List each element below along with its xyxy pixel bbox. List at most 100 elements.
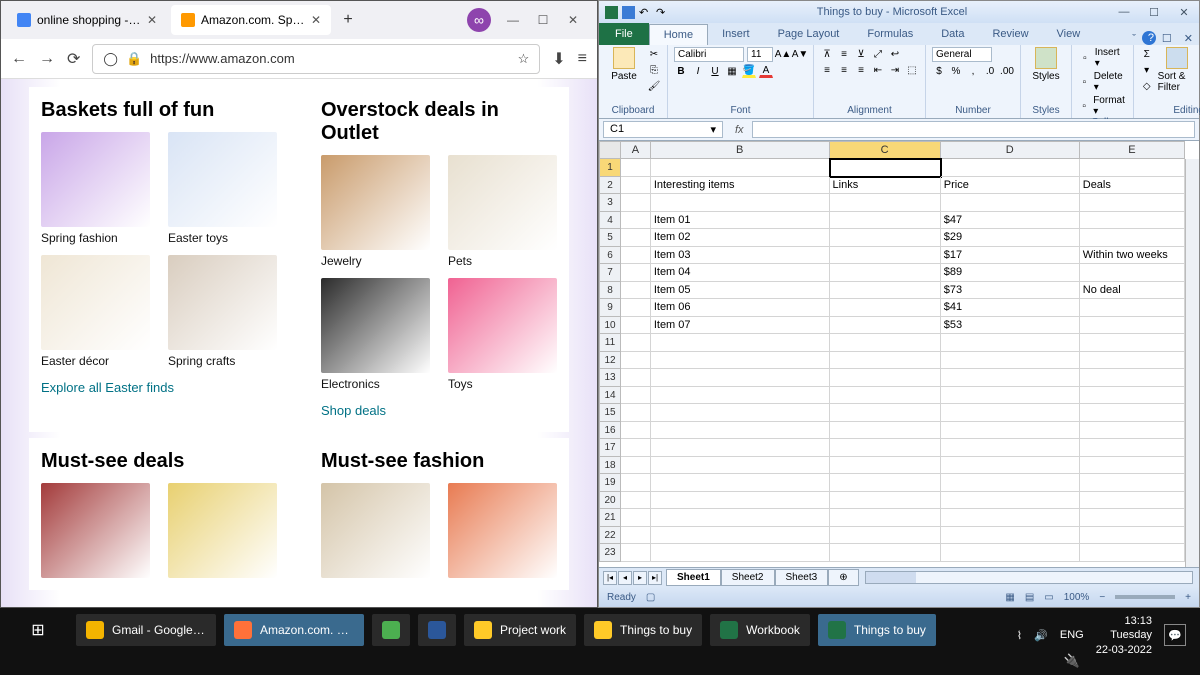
zoom-level[interactable]: 100% [1064,592,1090,603]
cell[interactable]: $17 [941,247,1080,265]
view-pagebreak-icon[interactable]: ▭ [1044,592,1053,603]
cut-icon[interactable]: ✂ [647,47,661,61]
insert-icon[interactable]: ▫ [1078,51,1092,65]
row-header[interactable]: 17 [599,439,621,457]
cell[interactable] [1080,457,1185,475]
cell[interactable] [621,369,651,387]
cell[interactable] [941,544,1080,562]
cell[interactable] [621,474,651,492]
cell[interactable]: Item 05 [651,282,830,300]
cell[interactable] [830,229,941,247]
cell[interactable] [1080,439,1185,457]
cell[interactable]: Within two weeks [1080,247,1185,265]
name-box[interactable]: C1▾ [603,121,723,138]
cell[interactable]: $73 [941,282,1080,300]
cell[interactable] [830,159,941,177]
row-header[interactable]: 21 [599,509,621,527]
new-sheet-button[interactable]: ⊕ [828,569,858,586]
align-top-icon[interactable]: ⊼ [820,47,834,61]
align-left-icon[interactable]: ≡ [820,63,834,77]
cell[interactable] [621,299,651,317]
decrease-decimal-icon[interactable]: .00 [1000,64,1014,78]
cell[interactable] [651,474,830,492]
decrease-indent-icon[interactable]: ⇤ [871,63,885,77]
delete-icon[interactable]: ▫ [1078,75,1091,89]
cell[interactable]: Links [830,177,941,195]
styles-button[interactable]: Styles [1027,47,1065,82]
cell[interactable] [941,457,1080,475]
cell[interactable]: Item 02 [651,229,830,247]
row-header[interactable]: 20 [599,492,621,510]
view-normal-icon[interactable]: ▦ [1005,592,1014,603]
cell[interactable] [621,317,651,335]
sheet-nav[interactable]: |◂◂▸▸| [599,571,666,585]
back-button[interactable]: ← [11,50,27,68]
cell[interactable] [830,509,941,527]
product-tile[interactable] [321,483,430,578]
zoom-out-icon[interactable]: − [1099,592,1105,603]
italic-icon[interactable]: I [691,64,705,78]
row-header[interactable]: 18 [599,457,621,475]
row-header[interactable]: 2 [599,177,621,195]
cell[interactable] [621,334,651,352]
cell[interactable] [830,299,941,317]
formula-bar[interactable] [752,121,1195,138]
sort-filter-button[interactable]: Sort & Filter [1158,47,1196,93]
cell[interactable] [621,404,651,422]
file-tab[interactable]: File [599,23,649,45]
select-all-corner[interactable] [599,141,621,159]
cell[interactable] [830,352,941,370]
cell[interactable]: Item 06 [651,299,830,317]
cell[interactable]: Item 03 [651,247,830,265]
row-header[interactable]: 8 [599,282,621,300]
product-tile[interactable]: Easter décor [41,255,150,368]
cell[interactable] [1080,544,1185,562]
cell[interactable]: Interesting items [651,177,830,195]
taskbar-item[interactable]: Things to buy [818,614,936,646]
font-name-select[interactable]: Calibri [674,47,744,62]
row-header[interactable]: 22 [599,527,621,545]
bookmark-star-icon[interactable]: ☆ [518,51,530,67]
cell[interactable] [621,194,651,212]
row-header[interactable]: 3 [599,194,621,212]
cell[interactable] [941,387,1080,405]
wifi-icon[interactable]: ⌇ [1017,629,1022,642]
row-header[interactable]: 10 [599,317,621,335]
cell[interactable] [1080,194,1185,212]
cell[interactable] [941,352,1080,370]
browser-tab[interactable]: online shopping - Goog✕ [7,5,167,35]
row-header[interactable]: 11 [599,334,621,352]
cell[interactable] [651,422,830,440]
cell[interactable] [1080,159,1185,177]
sheet-tab[interactable]: Sheet2 [721,569,775,586]
cell[interactable]: Item 01 [651,212,830,230]
column-header[interactable]: D [941,141,1080,159]
cell[interactable] [830,317,941,335]
cell[interactable] [830,439,941,457]
new-tab-button[interactable]: + [335,7,361,33]
cell[interactable] [830,492,941,510]
taskbar-item[interactable]: Gmail - Google Ch… [76,614,216,646]
taskbar-item[interactable]: Things to buy [584,614,702,646]
number-format-select[interactable]: General [932,47,992,62]
macro-record-icon[interactable]: ▢ [646,592,655,603]
cell[interactable] [651,159,830,177]
currency-icon[interactable]: $ [932,64,946,78]
cell[interactable] [651,194,830,212]
cell[interactable] [830,264,941,282]
cell[interactable] [621,229,651,247]
cell[interactable] [651,457,830,475]
row-header[interactable]: 12 [599,352,621,370]
row-header[interactable]: 15 [599,404,621,422]
align-center-icon[interactable]: ≡ [837,63,851,77]
border-icon[interactable]: ▦ [725,64,739,78]
cell[interactable] [1080,509,1185,527]
window-close-icon[interactable]: ✕ [1178,32,1199,45]
sheet-tab[interactable]: Sheet1 [666,569,721,586]
cell[interactable] [1080,387,1185,405]
cell[interactable] [830,422,941,440]
product-tile[interactable]: Jewelry [321,155,430,268]
cell[interactable] [830,474,941,492]
cell[interactable] [830,247,941,265]
increase-decimal-icon[interactable]: .0 [983,64,997,78]
